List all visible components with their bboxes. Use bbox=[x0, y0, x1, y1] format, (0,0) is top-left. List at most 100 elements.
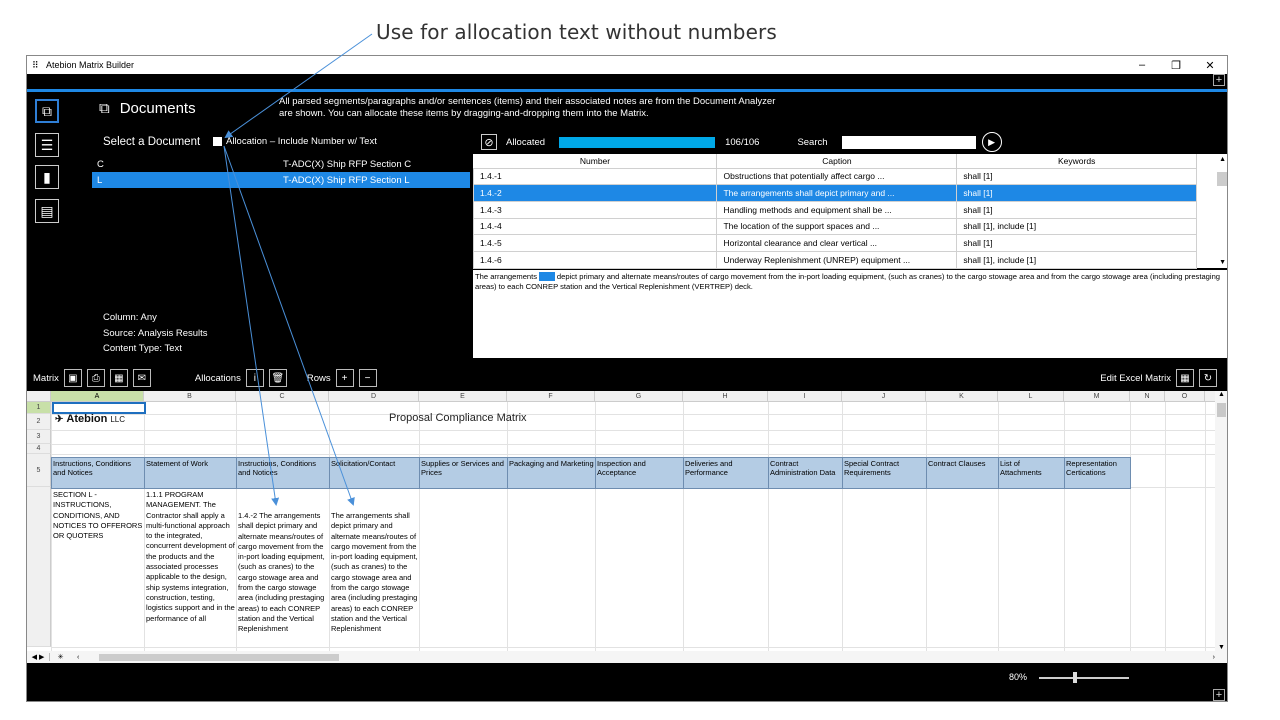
column-header-g[interactable]: G bbox=[595, 391, 683, 401]
trash-icon: 🗑 bbox=[271, 372, 285, 384]
scroll-up-icon[interactable]: ▲ bbox=[1218, 391, 1225, 398]
select-all-corner[interactable] bbox=[27, 391, 51, 401]
matrix-header-cell[interactable]: Statement of Work bbox=[144, 457, 237, 489]
scroll-up-icon[interactable]: ▲ bbox=[1219, 156, 1226, 163]
column-header-o[interactable]: O bbox=[1165, 391, 1205, 401]
excel-export-button[interactable]: ▦ bbox=[109, 369, 128, 387]
matrix-header-cell[interactable]: Instructions, Conditions and Notices bbox=[51, 457, 145, 489]
item-caption: Horizontal clearance and clear vertical … bbox=[716, 234, 958, 252]
matrix-header-cell[interactable]: Instructions, Conditions and Notices bbox=[236, 457, 330, 489]
scroll-down-icon[interactable]: ▼ bbox=[1218, 644, 1225, 651]
row-header-3[interactable]: 3 bbox=[27, 430, 51, 444]
scroll-left-icon[interactable]: ‹ bbox=[77, 654, 79, 661]
add-sheet-button[interactable]: ✳ bbox=[49, 653, 71, 661]
row-header-4[interactable]: 4 bbox=[27, 444, 51, 454]
column-header-k[interactable]: K bbox=[926, 391, 998, 401]
cell-b6[interactable]: 1.1.1 PROGRAM MANAGEMENT. The Contractor… bbox=[145, 489, 237, 625]
spreadsheet[interactable]: ABCDEFGHIJKLMNO 123456 ✈ AtebionLLC Prop… bbox=[27, 391, 1227, 651]
expand-top-button[interactable]: + bbox=[1213, 74, 1225, 86]
notebook-nav-button[interactable]: ▮ bbox=[35, 165, 59, 189]
column-header-keywords[interactable]: Keywords bbox=[956, 154, 1197, 168]
matrix-header-cell[interactable]: Inspection and Acceptance bbox=[595, 457, 684, 489]
item-row[interactable]: 1.4.-3 Handling methods and equipment sha… bbox=[472, 200, 1197, 219]
item-row[interactable]: 1.4.-5 Horizontal clearance and clear ver… bbox=[472, 234, 1197, 252]
column-header-m[interactable]: M bbox=[1064, 391, 1130, 401]
matrix-header-cell[interactable]: Representation Certications bbox=[1064, 457, 1131, 489]
item-keywords: shall [1] bbox=[956, 184, 1197, 202]
refresh-matrix-button[interactable]: ↻ bbox=[1199, 369, 1217, 387]
sheet-vertical-scrollbar[interactable]: ▲ ▼ bbox=[1215, 391, 1227, 651]
items-scrollbar[interactable]: ▲ ▼ bbox=[1199, 154, 1227, 268]
column-header-n[interactable]: N bbox=[1130, 391, 1165, 401]
matrix-header-cell[interactable]: Contract Clauses bbox=[926, 457, 999, 489]
search-go-button[interactable]: ▶ bbox=[981, 132, 1002, 152]
scroll-down-icon[interactable]: ▼ bbox=[1219, 259, 1226, 266]
row-header-1[interactable]: 1 bbox=[27, 402, 51, 414]
row-header-2[interactable]: 2 bbox=[27, 414, 51, 430]
horizontal-scroll-thumb[interactable] bbox=[99, 653, 340, 661]
column-header-caption[interactable]: Caption bbox=[716, 154, 958, 168]
add-row-button[interactable]: + bbox=[335, 369, 354, 387]
documents-nav-button[interactable]: ⧉ bbox=[35, 99, 59, 123]
column-header-h[interactable]: H bbox=[683, 391, 768, 401]
item-row[interactable]: 1.4.-6 Underway Replenishment (UNREP) equ… bbox=[472, 250, 1197, 269]
zoom-slider[interactable] bbox=[1039, 677, 1129, 679]
sheet-nav-arrows[interactable]: ◀ ▶ bbox=[27, 653, 49, 661]
list-nav-button[interactable]: ☰ bbox=[35, 133, 59, 157]
row-header-5[interactable]: 5 bbox=[27, 454, 51, 487]
column-header-l[interactable]: L bbox=[998, 391, 1064, 401]
column-header-number[interactable]: Number bbox=[473, 154, 718, 168]
column-header-c[interactable]: C bbox=[236, 391, 329, 401]
edit-excel-matrix-label: Edit Excel Matrix bbox=[1100, 372, 1171, 384]
scroll-thumb[interactable] bbox=[1217, 172, 1227, 186]
column-header-d[interactable]: D bbox=[329, 391, 419, 401]
matrix-header-cell[interactable]: Deliveries and Performance bbox=[683, 457, 769, 489]
close-button[interactable]: ✕ bbox=[1193, 59, 1227, 72]
checkbox-box[interactable] bbox=[213, 137, 222, 146]
scroll-thumb[interactable] bbox=[1217, 403, 1226, 417]
cell-d6[interactable]: The arrangements shall depict primary an… bbox=[330, 489, 420, 636]
report-nav-button[interactable]: ▤ bbox=[35, 199, 59, 223]
column-header-a[interactable]: A bbox=[51, 391, 144, 401]
matrix-header-cell[interactable]: Packaging and Marketing bbox=[507, 457, 596, 489]
matrix-header-cell[interactable]: List of Attachments bbox=[998, 457, 1065, 489]
row-header-6[interactable]: 6 bbox=[27, 487, 51, 647]
matrix-header-cell[interactable]: Contract Administration Data bbox=[768, 457, 843, 489]
document-row[interactable]: C T-ADC(X) Ship RFP Section C bbox=[92, 156, 470, 172]
zoom-slider-thumb[interactable] bbox=[1073, 672, 1077, 683]
column-header-f[interactable]: F bbox=[507, 391, 595, 401]
allocations-info-button[interactable]: i bbox=[245, 369, 264, 387]
edit-excel-button[interactable]: ▦ bbox=[1176, 369, 1194, 387]
matrix-header-cell[interactable]: Special Contract Requirements bbox=[842, 457, 927, 489]
item-row-selected[interactable]: 1.4.-2 The arrangements shall depict prim… bbox=[472, 184, 1197, 202]
search-label: Search bbox=[797, 136, 828, 148]
expand-bottom-button[interactable]: + bbox=[1213, 689, 1225, 701]
allocated-label: Allocated bbox=[506, 136, 546, 148]
sheet-footer: ◀ ▶ ✳ ‹ › bbox=[27, 651, 1227, 663]
remove-row-button[interactable]: − bbox=[358, 369, 377, 387]
email-matrix-button[interactable]: ✉ bbox=[132, 369, 151, 387]
cell-c6[interactable]: 1.4.-2 The arrangements shall depict pri… bbox=[237, 489, 329, 636]
column-header-i[interactable]: I bbox=[768, 391, 842, 401]
item-row[interactable]: 1.4.-4 The location of the support spaces… bbox=[472, 217, 1197, 236]
column-header-j[interactable]: J bbox=[842, 391, 926, 401]
column-header-b[interactable]: B bbox=[144, 391, 236, 401]
minimize-button[interactable]: – bbox=[1125, 59, 1159, 72]
matrix-header-cell[interactable]: Supplies or Services and Prices bbox=[419, 457, 508, 489]
allocation-include-number-checkbox[interactable]: Allocation – Include Number w/ Text bbox=[213, 136, 377, 147]
column-header-e[interactable]: E bbox=[419, 391, 507, 401]
restore-button[interactable]: ❐ bbox=[1159, 59, 1193, 72]
item-row[interactable]: 1.4.-1 Obstructions that potentially affe… bbox=[472, 167, 1197, 186]
search-input[interactable] bbox=[841, 135, 976, 149]
filter-allocated-button[interactable]: ⊘ bbox=[481, 134, 497, 150]
print-matrix-button[interactable]: ⎙ bbox=[86, 369, 105, 387]
row-gridline bbox=[51, 444, 1227, 445]
scroll-right-icon[interactable]: › bbox=[1213, 654, 1215, 661]
matrix-header-cell[interactable]: Solicitation/Contact bbox=[329, 457, 420, 489]
cell-a6[interactable]: SECTION L - INSTRUCTIONS, CONDITIONS, AN… bbox=[52, 489, 144, 542]
document-row-selected[interactable]: L T-ADC(X) Ship RFP Section L bbox=[92, 172, 470, 188]
save-matrix-button[interactable]: ▣ bbox=[63, 369, 82, 387]
allocations-delete-button[interactable]: 🗑 bbox=[268, 369, 287, 387]
document-code: C bbox=[97, 158, 104, 170]
column-gridline bbox=[1064, 402, 1065, 651]
